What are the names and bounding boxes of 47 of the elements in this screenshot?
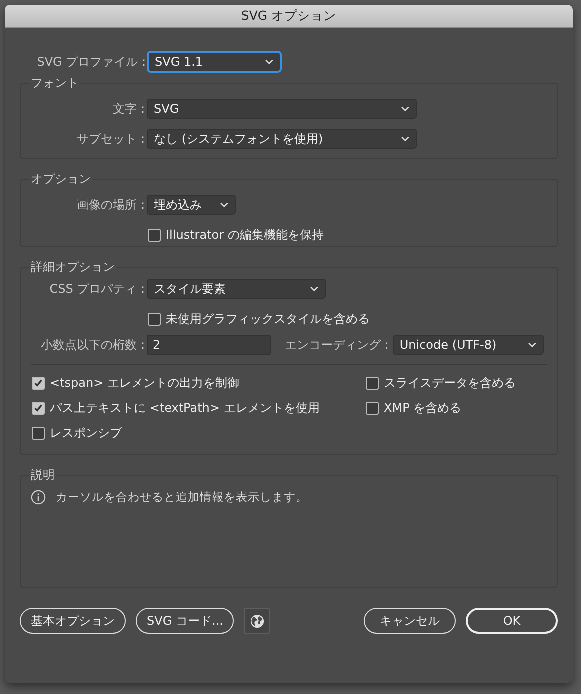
chevron-icon <box>220 202 229 208</box>
field-label: 小数点以下の桁数 : <box>40 336 145 354</box>
checkbox[interactable] <box>32 402 45 415</box>
checkbox[interactable] <box>148 312 161 326</box>
checkbox-label: XMP を含める <box>384 400 462 417</box>
chevron-icon <box>528 342 537 348</box>
info-icon <box>31 490 46 505</box>
dropdown[interactable]: Unicode (UTF-8) <box>392 335 544 355</box>
chevron-icon <box>265 59 274 65</box>
checkbox[interactable] <box>366 402 379 415</box>
dropdown[interactable]: 埋め込み <box>147 195 236 215</box>
dropdown[interactable]: SVG <box>147 99 417 119</box>
field-label: エンコーディング : <box>285 336 389 354</box>
field-label: 画像の場所 : <box>76 196 145 214</box>
checkbox[interactable] <box>148 228 161 242</box>
dialog-button[interactable]: キャンセル <box>364 608 456 634</box>
chevron-icon <box>401 106 410 112</box>
field-label: SVG プロファイル : <box>36 54 146 70</box>
field-label: CSS プロパティ : <box>48 280 145 298</box>
checkbox-label: 未使用グラフィックスタイルを含める <box>166 310 370 328</box>
dialog-button[interactable]: 基本オプション <box>20 608 126 634</box>
checkbox[interactable] <box>32 377 45 390</box>
globe-icon <box>250 614 265 628</box>
group-title: フォント <box>30 75 80 92</box>
field-label: サブセット : <box>76 130 145 148</box>
group-title: オプション <box>30 171 92 188</box>
group-title: 説明 <box>30 467 56 484</box>
dialog-button[interactable]: SVG コード... <box>136 608 234 634</box>
checkbox-label: <tspan> エレメントの出力を制御 <box>50 375 240 392</box>
window-title: SVG オプション <box>241 8 337 24</box>
checkbox-label: レスポンシブ <box>50 425 122 442</box>
checkbox-label: Illustrator の編集機能を保持 <box>166 226 324 244</box>
checkbox-label: スライスデータを含める <box>384 375 516 392</box>
dropdown[interactable]: スタイル要素 <box>147 279 326 299</box>
globe-button[interactable] <box>244 608 270 634</box>
profile-dropdown[interactable]: SVG 1.1 <box>148 52 281 72</box>
checkbox[interactable] <box>32 427 45 440</box>
field-label: 文字 : <box>112 100 145 118</box>
dropdown[interactable]: なし (システムフォントを使用) <box>147 129 417 149</box>
description-text: カーソルを合わせると追加情報を表示します。 <box>56 490 308 505</box>
checkbox[interactable] <box>366 377 379 390</box>
checkbox-label: パス上テキストに <textPath> エレメントを使用 <box>50 400 320 417</box>
chevron-icon <box>401 136 410 142</box>
decimal-places-field[interactable]: 2 <box>147 335 271 355</box>
chevron-icon <box>310 286 319 292</box>
dialog-button[interactable]: OK <box>466 608 558 634</box>
group-title: 詳細オプション <box>30 259 116 276</box>
